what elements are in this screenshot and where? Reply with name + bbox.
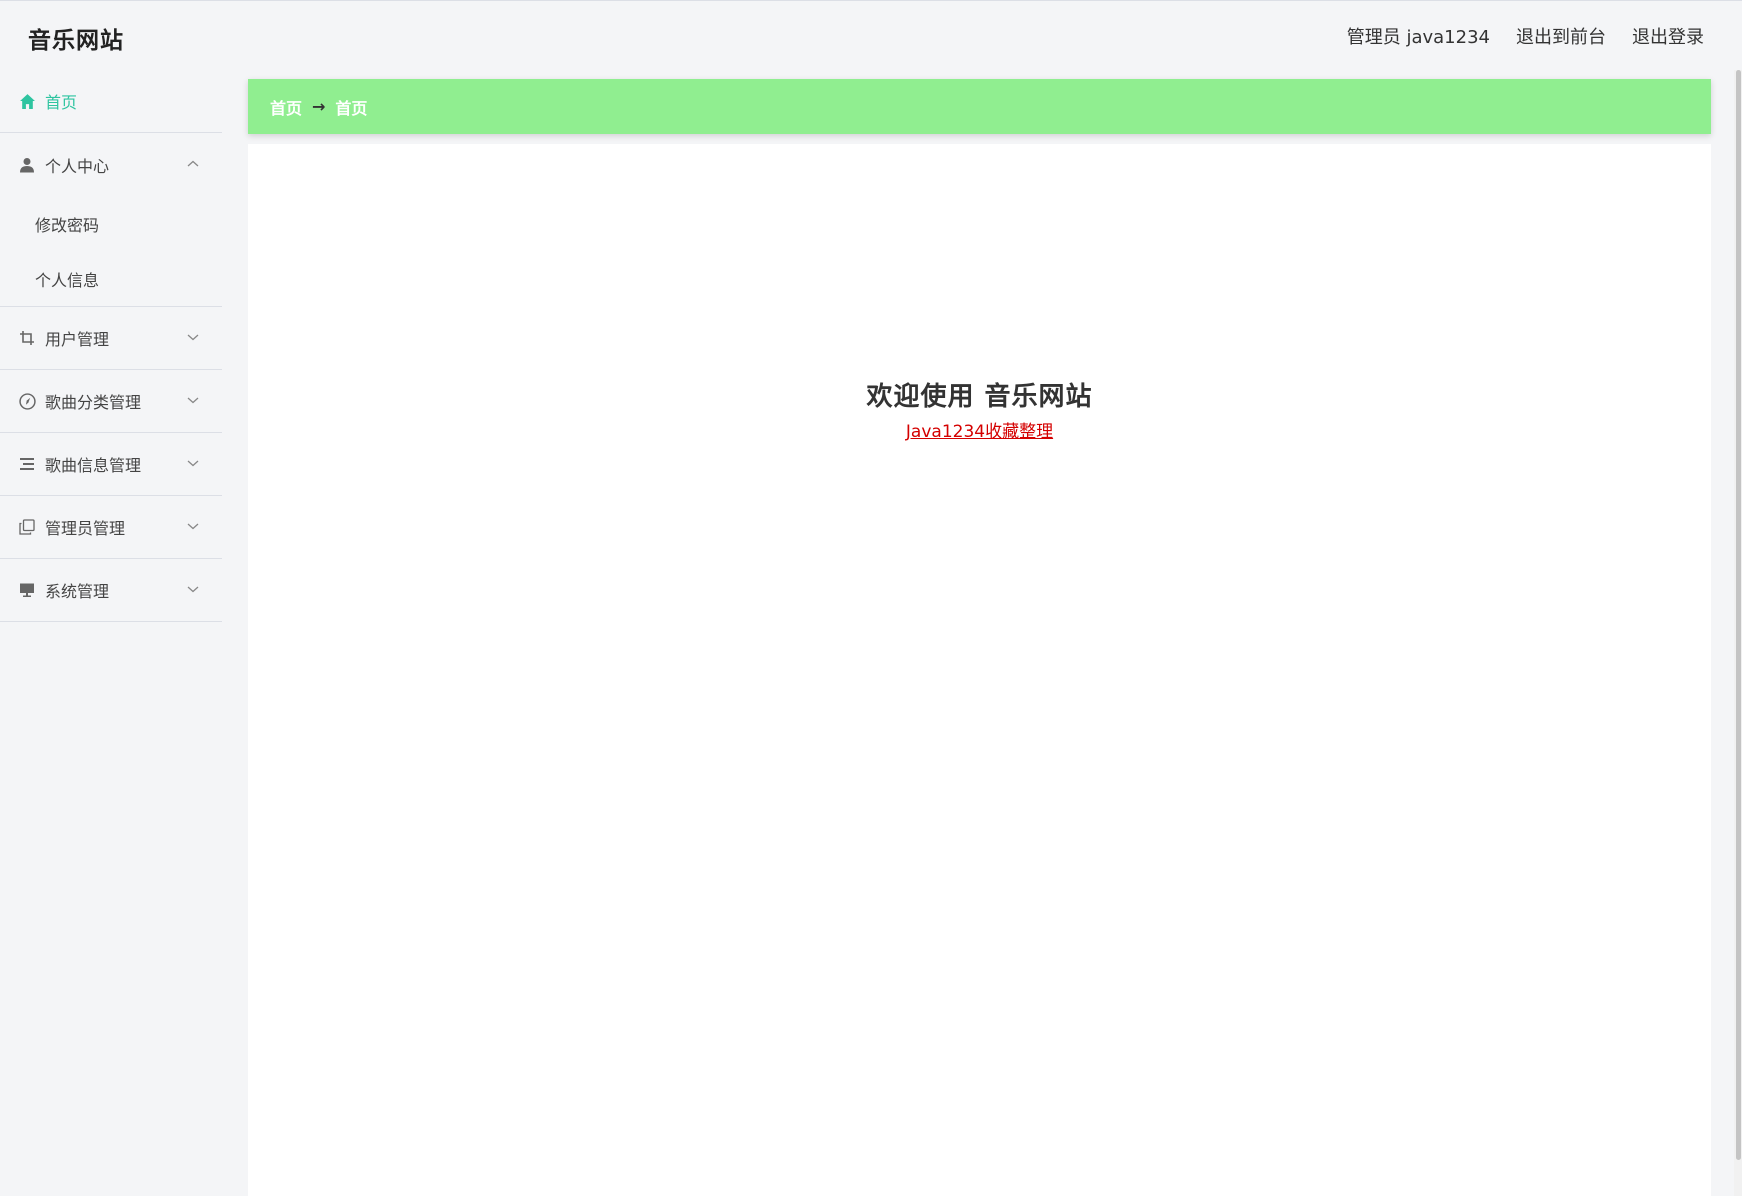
- chevron-up-icon: [187, 160, 199, 166]
- sidebar-subitem-personal-info[interactable]: 个人信息: [0, 251, 222, 306]
- sidebar-item-label: 歌曲信息管理: [45, 456, 142, 475]
- sidebar-item-label: 管理员管理: [45, 519, 126, 538]
- content-panel: 欢迎使用 音乐网站 Java1234收藏整理: [248, 144, 1711, 1196]
- logout-link[interactable]: 退出登录: [1632, 23, 1704, 49]
- sidebar-menu: 首页 个人中心 修改密码 个人信息 用户管理 歌曲分类管理 歌曲信息管理 管理员…: [0, 70, 222, 1196]
- sidebar-item-personal-center[interactable]: 个人中心: [0, 133, 222, 196]
- back-to-front-link[interactable]: 退出到前台: [1516, 23, 1606, 49]
- home-icon: [18, 92, 36, 110]
- sidebar-item-admin-management[interactable]: 管理员管理: [0, 496, 222, 559]
- breadcrumb: 首页 → 首页: [248, 79, 1711, 134]
- copy-icon: [18, 518, 36, 536]
- sidebar-item-song-info[interactable]: 歌曲信息管理: [0, 433, 222, 496]
- crop-icon: [18, 329, 36, 347]
- sidebar-item-label: 用户管理: [45, 330, 110, 349]
- chevron-down-icon: [187, 460, 199, 467]
- welcome-block: 欢迎使用 音乐网站 Java1234收藏整理: [248, 376, 1711, 442]
- sidebar-item-system-management[interactable]: 系统管理: [0, 559, 222, 622]
- scrollbar-thumb[interactable]: [1736, 70, 1741, 1160]
- chevron-down-icon: [187, 397, 199, 404]
- chevron-down-icon: [187, 523, 199, 530]
- chevron-down-icon: [187, 334, 199, 341]
- sidebar-item-user-management[interactable]: 用户管理: [0, 307, 222, 370]
- compass-icon: [18, 392, 36, 410]
- sidebar-group-personal: 个人中心 修改密码 个人信息: [0, 133, 222, 307]
- header-actions: 管理员 java1234 退出到前台 退出登录: [1347, 23, 1704, 49]
- list-icon: [18, 455, 36, 473]
- sidebar-item-label: 系统管理: [45, 582, 110, 601]
- page-scrollbar[interactable]: [1734, 70, 1742, 1196]
- sidebar-item-song-category[interactable]: 歌曲分类管理: [0, 370, 222, 433]
- breadcrumb-current: 首页: [335, 98, 368, 118]
- monitor-icon: [18, 581, 36, 599]
- sidebar-subitem-change-password[interactable]: 修改密码: [0, 196, 222, 251]
- sidebar-item-label: 歌曲分类管理: [45, 393, 142, 412]
- sidebar-item-label: 首页: [45, 93, 78, 112]
- breadcrumb-separator: →: [312, 97, 326, 116]
- admin-user-label[interactable]: 管理员 java1234: [1347, 23, 1490, 49]
- site-title: 音乐网站: [28, 28, 124, 54]
- sidebar-item-label: 个人中心: [45, 156, 110, 176]
- top-header: 音乐网站 管理员 java1234 退出到前台 退出登录: [0, 0, 1742, 70]
- user-icon: [18, 156, 36, 174]
- chevron-down-icon: [187, 586, 199, 593]
- welcome-title: 欢迎使用 音乐网站: [866, 382, 1093, 412]
- java1234-link[interactable]: Java1234收藏整理: [906, 417, 1053, 442]
- breadcrumb-home[interactable]: 首页: [270, 95, 302, 119]
- main-area: 首页 → 首页 欢迎使用 音乐网站 Java1234收藏整理: [248, 79, 1711, 1196]
- sidebar-item-home[interactable]: 首页: [0, 70, 222, 133]
